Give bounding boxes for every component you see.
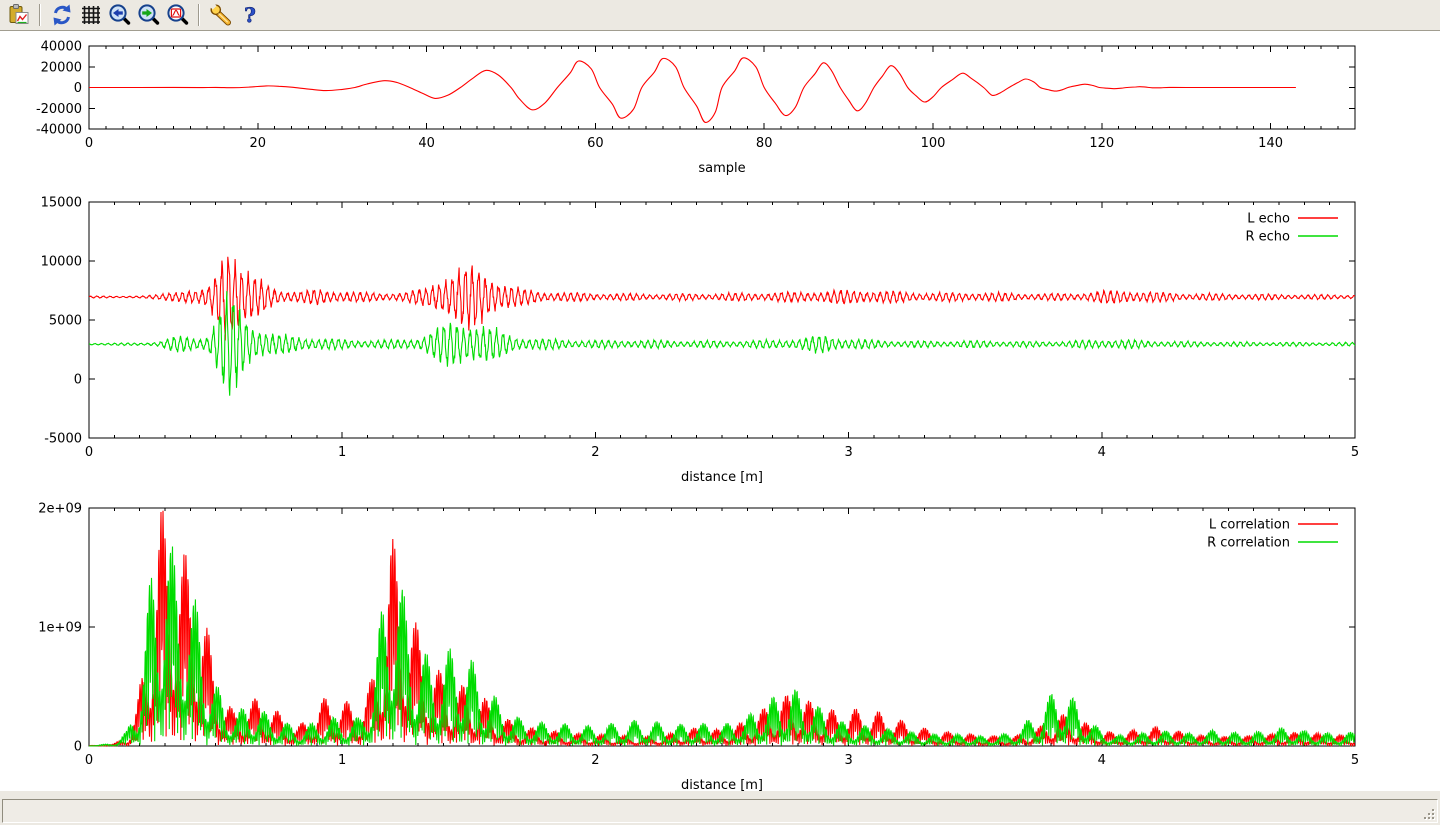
plot-frame: [89, 202, 1355, 438]
previous-zoom-button[interactable]: [106, 2, 133, 28]
y-tick-label: 1e+09: [38, 621, 82, 636]
zoom-next-icon: [137, 3, 161, 27]
series-group: [89, 511, 1355, 746]
status-message: [2, 799, 1438, 823]
x-tick-label: 80: [756, 136, 773, 151]
legend-label: L echo: [1247, 212, 1290, 227]
toggle-grid-button[interactable]: [77, 2, 104, 28]
x-tick-label: 5: [1351, 445, 1359, 460]
x-tick-label: 4: [1098, 445, 1106, 460]
x-tick-label: 120: [1089, 136, 1114, 151]
legend-label: L correlation: [1209, 518, 1290, 533]
status-bar: [0, 791, 1440, 825]
x-tick-label: 140: [1258, 136, 1283, 151]
x-tick-label: 1: [338, 753, 346, 768]
gnuplot-canvas[interactable]: 020406080100120140-40000-200000200004000…: [0, 31, 1440, 791]
y-tick-label: 0: [74, 373, 82, 388]
x-tick-label: 20: [250, 136, 267, 151]
configure-button[interactable]: [207, 2, 234, 28]
x-tick-label: 100: [921, 136, 946, 151]
y-tick-label: -5000: [44, 432, 82, 447]
x-tick-label: 0: [85, 445, 93, 460]
y-tick-label: 15000: [41, 196, 82, 211]
y-tick-label: -40000: [36, 123, 82, 138]
legend: L echo R echo: [1245, 212, 1338, 245]
toolbar-separator: [39, 4, 41, 26]
axis-xlabel: sample: [698, 161, 745, 176]
help-icon: ?: [238, 3, 262, 27]
svg-text:?: ?: [244, 3, 256, 27]
x-tick-label: 3: [844, 445, 852, 460]
series-path-r-correlation: [89, 547, 1355, 747]
legend-label: R correlation: [1207, 536, 1290, 551]
x-tick-label: 0: [85, 136, 93, 151]
y-tick-label: 2e+09: [38, 502, 82, 517]
legend-label: R echo: [1245, 230, 1290, 245]
x-tick-label: 2: [591, 753, 599, 768]
y-tick-label: 10000: [41, 255, 82, 270]
next-zoom-button[interactable]: [135, 2, 162, 28]
series-group: [89, 58, 1296, 123]
plot-area: 020406080100120140-40000-200000200004000…: [0, 31, 1440, 791]
series-path-chirp: [89, 58, 1296, 123]
series-path-r-echo: [89, 291, 1355, 396]
y-tick-label: -20000: [36, 102, 82, 117]
x-tick-label: 40: [418, 136, 435, 151]
x-tick-label: 60: [587, 136, 604, 151]
toolbar-separator: [198, 4, 200, 26]
plot-1: 0 20 40 60 80 100 120 140 -40000 -20000 0 20000 4000…: [36, 40, 1355, 177]
x-tick-label: 4: [1098, 753, 1106, 768]
wrench-icon: [209, 3, 233, 27]
x-tick-label: 2: [591, 445, 599, 460]
x-tick-label: 0: [85, 753, 93, 768]
axis-xlabel: distance [m]: [681, 470, 763, 485]
ticks: [89, 508, 1355, 746]
help-button[interactable]: ?: [236, 2, 263, 28]
replot-button[interactable]: [48, 2, 75, 28]
x-tick-label: 1: [338, 445, 346, 460]
legend: L correlation R correlation: [1207, 518, 1338, 551]
y-tick-label: 40000: [41, 40, 82, 55]
zoom-autoscale-icon: [166, 3, 190, 27]
y-tick-label: 0: [74, 81, 82, 96]
zoom-previous-icon: [108, 3, 132, 27]
resize-grip-icon[interactable]: [1424, 809, 1437, 822]
grid-icon: [79, 3, 103, 27]
toolbar: ?: [0, 0, 1440, 31]
refresh-icon: [50, 3, 74, 27]
plot-3: 01234501e+092e+09distance [m]L correlati…: [38, 502, 1359, 794]
ticks: [89, 202, 1355, 438]
series-path-l-echo: [89, 257, 1355, 341]
plot-2: 012345-5000050001000015000distance [m]L …: [41, 196, 1360, 486]
x-tick-label: 5: [1351, 753, 1359, 768]
y-tick-label: 5000: [49, 314, 82, 329]
series-group: [89, 257, 1355, 396]
y-tick-label: 0: [74, 740, 82, 755]
autoscale-button[interactable]: [164, 2, 191, 28]
copy-to-clipboard-button[interactable]: [5, 2, 32, 28]
clipboard-chart-icon: [7, 3, 31, 27]
y-tick-label: 20000: [41, 60, 82, 75]
series-path-l-correlation: [89, 511, 1355, 746]
x-tick-label: 3: [844, 753, 852, 768]
plot-frame: [89, 508, 1355, 746]
